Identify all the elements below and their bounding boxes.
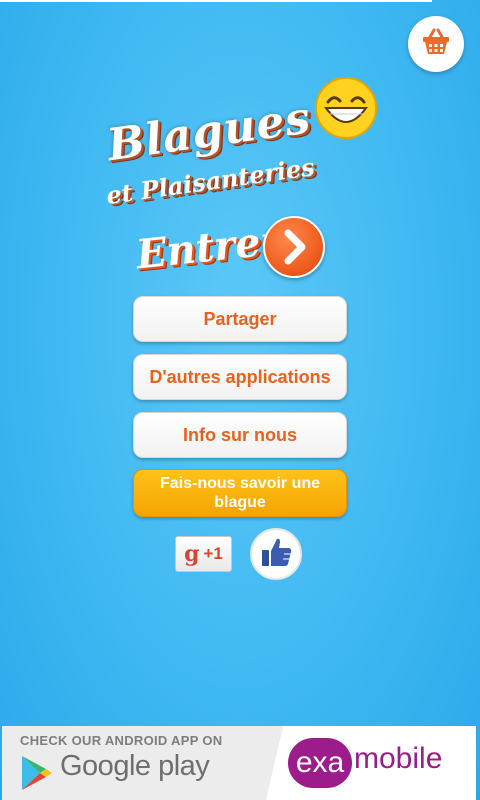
laughing-smiley-icon [314,76,378,145]
shop-button[interactable] [408,16,464,72]
brand-badge: exa [288,738,352,788]
about-button[interactable]: Info sur nous [133,412,347,458]
google-play-icon [20,754,54,797]
google-play-label: Google play [60,750,210,782]
facebook-like-button[interactable] [250,528,302,580]
enter-label[interactable]: Entrer [134,217,284,279]
submit-joke-button[interactable]: Fais-nous savoir une blague [133,469,347,517]
top-divider [0,0,432,2]
app-logo: Blagues et Plaisanteries [96,76,396,216]
share-button[interactable]: Partager [133,296,347,342]
ad-caption: CHECK OUR ANDROID APP ON [20,733,223,748]
ad-banner[interactable]: CHECK OUR ANDROID APP ON Google play exa… [2,726,476,800]
plus-one-label: +1 [203,544,223,563]
shopping-basket-icon [421,28,451,61]
thumbs-up-icon [258,534,294,575]
enter-button[interactable] [263,216,325,278]
google-plus-one-button[interactable]: g +1 [175,536,232,572]
brand-name: mobile [354,742,443,775]
google-plus-g: g [184,541,200,567]
chevron-right-icon [265,229,323,280]
other-apps-button[interactable]: D'autres applications [133,354,347,400]
enter-section: Entrer [132,214,332,284]
